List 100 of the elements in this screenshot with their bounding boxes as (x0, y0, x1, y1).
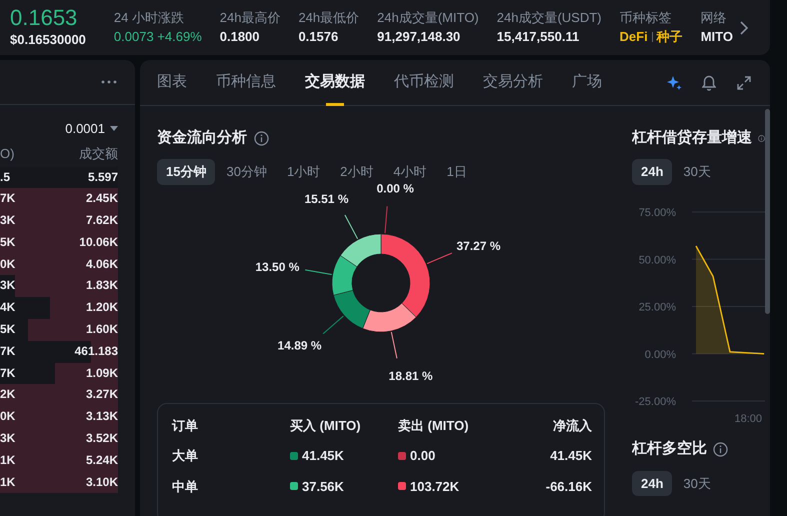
stat-label: 24h成交量(USDT) (496, 8, 602, 26)
stat-value: 0.0073 +4.69% (114, 28, 202, 46)
period-tab[interactable]: 1小时 (278, 159, 330, 184)
precision-dropdown[interactable]: 0.0001 (65, 119, 118, 138)
value-label: 18.81 % (388, 368, 433, 382)
axis-label: 18:00 (734, 412, 762, 424)
table-cell-text: 3K (0, 430, 16, 448)
chevron-right-icon[interactable] (738, 20, 749, 34)
table-cell-text: 3.13K (86, 408, 118, 426)
table-cell-text: -66.16K (546, 478, 592, 496)
table-cell-text: 7K (0, 364, 16, 382)
axis-label: 25.00% (638, 301, 676, 313)
axis-label: 75.00% (638, 206, 676, 218)
table-cell-text: 4.06K (86, 256, 118, 273)
axis-label: 50.00% (638, 254, 676, 266)
table-cell-text: 10.06K (79, 234, 118, 251)
stat-value: 0.1576 (298, 28, 340, 46)
table-cell-text: 2.45K (86, 190, 118, 208)
caret-icon[interactable] (110, 126, 118, 132)
stat-label: 24h最高价 (220, 8, 280, 26)
leader-line (344, 214, 358, 239)
table-cell-text: 0K (0, 408, 16, 426)
stat-value: MITO (700, 28, 733, 46)
stat-label: 24 小时涨跌 (114, 8, 185, 26)
axis-label: 0.00% (644, 348, 676, 360)
expand-icon[interactable] (736, 74, 752, 90)
table-cell-text: .5 (0, 168, 10, 186)
table-cell-text: 3.27K (86, 386, 118, 404)
column-header: 卖出 (MITO) (398, 416, 470, 435)
table-cell-text: 1.09K (86, 364, 118, 382)
table-cell-text: 1.20K (86, 299, 118, 316)
table-cell-text: 3K (0, 212, 16, 230)
table-cell-text: 5.24K (86, 452, 118, 469)
stat-label: 币种标签 (620, 8, 673, 26)
bell-icon[interactable] (702, 74, 716, 90)
table-cell-text: 1.83K (86, 277, 118, 294)
axis-label: -25.00% (635, 396, 676, 408)
table-cell-text: 3.10K (86, 474, 118, 491)
leader-line (426, 252, 452, 264)
period-tab[interactable]: 1日 (438, 159, 476, 184)
tab[interactable]: 代币检测 (394, 60, 454, 106)
leader-line (384, 205, 388, 234)
leader-line (304, 268, 332, 274)
price: 0.1653 (10, 6, 78, 30)
period-tab[interactable]: 30天 (674, 470, 720, 496)
column-header: 买入 (MITO) (290, 416, 362, 435)
table-cell-text: 41.45K (550, 447, 592, 465)
table-cell-text: 103.72K (410, 478, 460, 496)
table-cell-text: 0K (0, 256, 16, 273)
tag[interactable]: 种子 (656, 26, 683, 46)
tab[interactable]: 交易数据 (305, 60, 365, 106)
table-cell-text: 1.60K (86, 321, 118, 338)
table-cell-text: 0.00 (410, 447, 436, 465)
table-cell-text: 37.56K (302, 478, 344, 496)
column-header: 成交额 (79, 144, 118, 162)
value-label: 37.27 % (456, 238, 501, 253)
table-cell-text: 5K (0, 321, 16, 338)
price-usd: $0.16530000 (10, 30, 86, 48)
value-label: 13.50 % (255, 259, 300, 274)
value-label: 14.89 % (278, 338, 322, 352)
table-cell-text: 41.45K (302, 447, 344, 465)
column-header: 净流入 (553, 416, 592, 434)
tab[interactable]: 币种信息 (216, 60, 276, 106)
table-cell-text: 7K (0, 190, 16, 208)
stat-value: 91,297,148.30 (377, 28, 462, 46)
table-cell-text: 7K (0, 342, 16, 360)
table-cell-text: 2K (0, 386, 16, 404)
sparkle-icon[interactable] (666, 74, 682, 90)
tab[interactable]: 广场 (572, 60, 602, 106)
stat-label: 24h成交量(MITO) (377, 8, 479, 26)
tab[interactable]: 交易分析 (483, 60, 543, 106)
table-cell-text: 3.52K (86, 430, 118, 448)
period-tab[interactable]: 24h (632, 470, 672, 496)
table-cell-text: 3K (0, 277, 16, 294)
stat-value: 15,417,550.11 (496, 28, 580, 46)
info-icon[interactable] (713, 442, 728, 457)
period-tab[interactable]: 30分钟 (217, 159, 276, 184)
column-header: 订单 (172, 416, 199, 434)
table-cell-text: 1K (0, 474, 16, 491)
period-tab[interactable]: 24h (632, 159, 672, 184)
table-cell-text: 大单 (172, 447, 199, 465)
stat-value: 0.1800 (220, 28, 261, 46)
scrollbar[interactable] (765, 109, 770, 314)
table-cell-text: 5K (0, 234, 16, 251)
table-cell-text: 5.597 (88, 168, 118, 186)
info-icon[interactable] (254, 130, 269, 146)
stat-label: 24h最低价 (298, 8, 360, 26)
table-cell-text: 7.62K (86, 212, 118, 230)
value-label: 15.51 % (304, 192, 348, 206)
period-tab[interactable]: 30天 (674, 159, 720, 184)
stat-label: 网络 (700, 8, 728, 26)
leader-line (322, 314, 344, 334)
more-icon[interactable] (101, 80, 117, 84)
table-cell-text: 中单 (172, 478, 199, 496)
tag[interactable]: DeFi (620, 26, 648, 46)
table-cell-text: 461.183 (74, 342, 118, 360)
leader-line (390, 330, 398, 358)
section-title: 资金流向分析 (157, 128, 247, 148)
period-tab[interactable]: 15分钟 (157, 159, 216, 184)
tab[interactable]: 图表 (157, 60, 187, 106)
